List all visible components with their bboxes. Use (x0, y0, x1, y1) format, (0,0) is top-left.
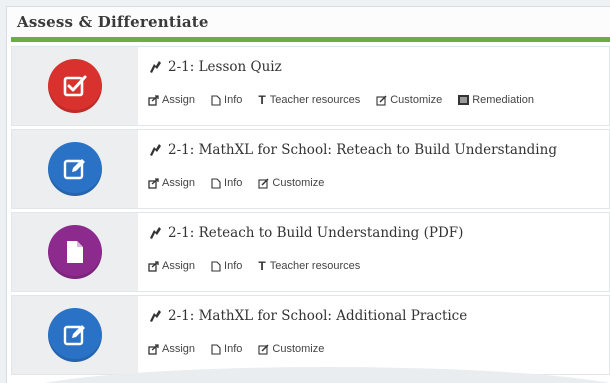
info-document-icon (211, 94, 221, 106)
resource-icon-column (12, 296, 138, 374)
teacher-resources-icon: T (258, 93, 266, 107)
assign-label: Assign (162, 177, 196, 189)
teacher-resources-link[interactable]: T Teacher resources (258, 93, 360, 107)
assign-label: Assign (162, 260, 196, 272)
resource-card-mathxl-reteach: 2-1: MathXL for School: Reteach to Build… (11, 129, 610, 209)
customize-link[interactable]: Customize (376, 94, 442, 106)
customize-label: Customize (390, 94, 443, 106)
customize-link[interactable]: Customize (258, 343, 324, 355)
pencil-edit-icon[interactable] (48, 142, 102, 196)
resource-card-lesson-quiz: 2-1: Lesson Quiz Assign Info T Teacher r… (11, 46, 610, 126)
puzzle-piece-icon (148, 226, 162, 240)
remediation-label: Remediation (472, 94, 534, 106)
section-header: Assess & Differentiate (7, 7, 610, 37)
assign-icon (148, 343, 159, 355)
resource-card-reteach-pdf: 2-1: Reteach to Build Understanding (PDF… (11, 212, 610, 292)
assign-label: Assign (162, 94, 196, 106)
section-title: Assess & Differentiate (17, 13, 209, 31)
puzzle-piece-icon (148, 143, 162, 157)
resource-title[interactable]: 2-1: MathXL for School: Reteach to Build… (168, 142, 557, 158)
puzzle-piece-icon (148, 309, 162, 323)
customize-icon (258, 177, 269, 189)
resource-card-mathxl-additional-practice: 2-1: MathXL for School: Additional Pract… (11, 295, 610, 375)
info-link[interactable]: Info (211, 94, 242, 106)
customize-label: Customize (272, 343, 325, 355)
assign-icon (148, 260, 159, 272)
assign-icon (148, 177, 159, 189)
document-icon[interactable] (48, 225, 102, 279)
resource-title[interactable]: 2-1: MathXL for School: Additional Pract… (168, 308, 467, 324)
resource-title[interactable]: 2-1: Reteach to Build Understanding (PDF… (168, 225, 463, 241)
assign-link[interactable]: Assign (148, 260, 195, 272)
assign-link[interactable]: Assign (148, 177, 195, 189)
assess-differentiate-panel: Assess & Differentiate 2-1: Lesson Quiz … (6, 6, 610, 383)
info-document-icon (211, 343, 221, 355)
teacher-resources-label: Teacher resources (269, 94, 361, 106)
pencil-edit-icon[interactable] (48, 308, 102, 362)
info-document-icon (211, 260, 221, 272)
remediation-link[interactable]: Remediation (458, 94, 534, 106)
teacher-resources-icon: T (258, 259, 266, 273)
remediation-icon (458, 95, 470, 105)
customize-label: Customize (272, 177, 325, 189)
quiz-checkbox-icon[interactable] (48, 59, 102, 113)
info-label: Info (224, 343, 243, 355)
teacher-resources-label: Teacher resources (269, 260, 361, 272)
info-label: Info (224, 94, 243, 106)
resource-icon-column (12, 47, 138, 125)
customize-icon (258, 343, 269, 355)
assign-icon (148, 94, 159, 106)
customize-link[interactable]: Customize (258, 177, 324, 189)
assign-link[interactable]: Assign (148, 343, 195, 355)
resource-list: 2-1: Lesson Quiz Assign Info T Teacher r… (7, 42, 610, 375)
assign-link[interactable]: Assign (148, 94, 195, 106)
info-label: Info (224, 177, 243, 189)
info-label: Info (224, 260, 243, 272)
assign-label: Assign (162, 343, 196, 355)
resource-icon-column (12, 213, 138, 291)
customize-icon (376, 94, 387, 106)
puzzle-piece-icon (148, 60, 162, 74)
info-link[interactable]: Info (211, 260, 242, 272)
info-link[interactable]: Info (211, 177, 242, 189)
info-document-icon (211, 177, 221, 189)
resource-icon-column (12, 130, 138, 208)
info-link[interactable]: Info (211, 343, 242, 355)
teacher-resources-link[interactable]: T Teacher resources (258, 259, 360, 273)
resource-title[interactable]: 2-1: Lesson Quiz (168, 59, 282, 75)
